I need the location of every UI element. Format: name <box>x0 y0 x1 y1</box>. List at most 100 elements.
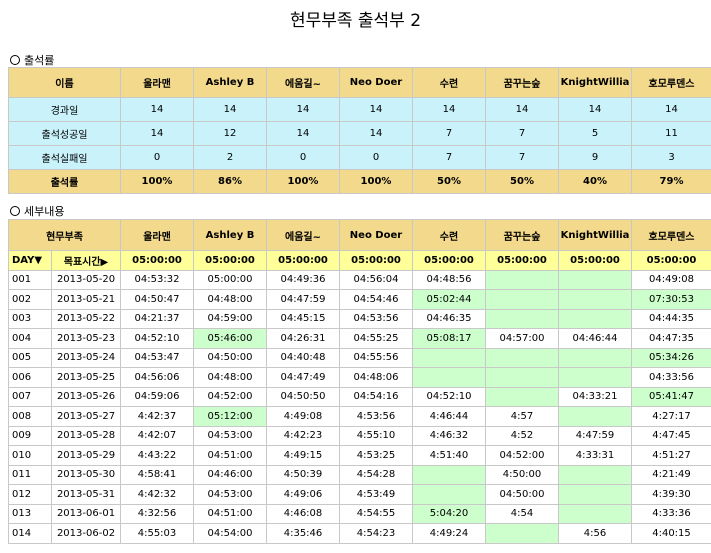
name-column-header: 이름 <box>8 67 121 98</box>
day-row: 007 2013-05-26 04:59:06 04:52:00 04:50:50 04:… <box>8 386 711 407</box>
checkin-time-cell <box>485 367 559 388</box>
checkin-time-cell: 04:53:32 <box>120 269 194 290</box>
date-cell: 2013-05-25 <box>51 367 121 388</box>
day-row: 014 2013-06-02 4:55:03 04:54:00 4:35:46 4:54:… <box>8 523 711 544</box>
attendance-ratio-cell: 79% <box>631 169 711 194</box>
date-cell: 2013-05-28 <box>51 425 121 446</box>
checkin-time-cell: 04:53:56 <box>339 308 413 329</box>
date-cell: 2013-05-23 <box>51 328 121 349</box>
checkin-time-cell: 04:54:46 <box>339 289 413 310</box>
checkin-time-cell: 04:33:21 <box>558 386 632 407</box>
date-cell: 2013-05-29 <box>51 445 121 466</box>
circle-bullet-icon <box>10 55 20 65</box>
checkin-time-cell: 04:57:00 <box>485 328 559 349</box>
checkin-time-cell: 04:48:00 <box>193 367 267 388</box>
checkin-time-cell: 4:43:22 <box>120 445 194 466</box>
day-number: 001 <box>8 269 52 290</box>
checkin-time-cell: 4:49:15 <box>266 445 340 466</box>
member-name-header: 에움길~ <box>266 67 340 98</box>
summary-cell: 14 <box>558 97 632 122</box>
detail-header-row: 현무부족 울라맨 Ashley B 에움길~ Neo Doer 수련 꿈꾸는숲 KnightW… <box>8 219 711 251</box>
checkin-time-cell <box>558 503 632 524</box>
checkin-time-cell <box>558 367 632 388</box>
checkin-time-cell: 04:56:04 <box>339 269 413 290</box>
member-name-header: 호모루덴스 <box>631 219 711 251</box>
day-row: 008 2013-05-27 4:42:37 05:12:00 4:49:08 4:53:… <box>8 406 711 427</box>
checkin-time-cell: 04:46:35 <box>412 308 486 329</box>
member-name-header: 에움길~ <box>266 219 340 251</box>
checkin-time-cell <box>558 308 632 329</box>
checkin-time-cell: 04:53:47 <box>120 347 194 368</box>
checkin-time-cell: 4:49:24 <box>412 523 486 544</box>
summary-cell: 9 <box>558 145 632 170</box>
target-time-label: 목표시간▶ <box>51 250 121 271</box>
summary-cell: 2 <box>193 145 267 170</box>
summary-cell: 0 <box>339 145 413 170</box>
target-time-cell: 05:00:00 <box>266 250 340 271</box>
summary-cell: 12 <box>193 121 267 146</box>
checkin-time-cell <box>485 347 559 368</box>
checkin-time-cell: 4:53:25 <box>339 445 413 466</box>
day-row: 011 2013-05-30 4:58:41 04:46:00 4:50:39 4:54:… <box>8 464 711 485</box>
checkin-time-cell: 04:21:37 <box>120 308 194 329</box>
attendance-ratio-label: 출석률 <box>8 169 121 194</box>
date-cell: 2013-05-21 <box>51 289 121 310</box>
checkin-time-cell: 4:46:32 <box>412 425 486 446</box>
checkin-time-cell <box>485 269 559 290</box>
checkin-time-cell <box>412 484 486 505</box>
attendance-summary-table: 이름 울라맨 Ashley B 에움길~ Neo Doer 수련 꿈꾸는숲 KnightWil… <box>8 67 711 194</box>
page-title: 현무부족 출석부 2 <box>289 11 422 31</box>
date-cell: 2013-06-01 <box>51 503 121 524</box>
checkin-time-cell: 04:59:06 <box>120 386 194 407</box>
checkin-time-cell <box>558 406 632 427</box>
day-row: 002 2013-05-21 04:50:47 04:48:00 04:47:59 04:… <box>8 289 711 310</box>
member-name-header: Neo Doer <box>339 67 413 98</box>
checkin-time-cell: 04:47:49 <box>266 367 340 388</box>
summary-cell: 7 <box>485 121 559 146</box>
checkin-time-cell: 4:47:45 <box>631 425 711 446</box>
summary-header-row: 이름 울라맨 Ashley B 에움길~ Neo Doer 수련 꿈꾸는숲 KnightWil… <box>8 67 711 98</box>
day-number: 008 <box>8 406 52 427</box>
member-name-header: 울라맨 <box>120 219 194 251</box>
attendance-ratio-cell: 86% <box>193 169 267 194</box>
summary-cell: 14 <box>485 97 559 122</box>
day-row: 010 2013-05-29 4:43:22 04:51:00 4:49:15 4:53:… <box>8 445 711 466</box>
checkin-time-cell: 04:47:59 <box>266 289 340 310</box>
checkin-time-cell: 4:46:08 <box>266 503 340 524</box>
checkin-time-cell: 04:48:06 <box>339 367 413 388</box>
checkin-time-cell: 05:02:44 <box>412 289 486 310</box>
summary-cell: 11 <box>631 121 711 146</box>
checkin-time-cell: 04:53:00 <box>193 425 267 446</box>
day-number: 005 <box>8 347 52 368</box>
date-cell: 2013-05-31 <box>51 484 121 505</box>
target-time-cell: 05:00:00 <box>339 250 413 271</box>
checkin-time-cell: 4:55:10 <box>339 425 413 446</box>
checkin-time-cell: 04:46:00 <box>193 464 267 485</box>
checkin-time-cell: 04:48:00 <box>193 289 267 310</box>
checkin-time-cell: 05:00:00 <box>193 269 267 290</box>
summary-cell: 14 <box>631 97 711 122</box>
checkin-time-cell: 4:50:39 <box>266 464 340 485</box>
checkin-time-cell: 04:44:35 <box>631 308 711 329</box>
member-name-header: KnightWillia <box>558 219 632 251</box>
checkin-time-cell: 04:52:00 <box>485 445 559 466</box>
day-row: 012 2013-05-31 4:42:32 04:53:00 4:49:06 4:53:… <box>8 484 711 505</box>
checkin-time-cell: 04:52:00 <box>193 386 267 407</box>
summary-cell: 14 <box>339 121 413 146</box>
summary-cell: 14 <box>339 97 413 122</box>
attendance-ratio-cell: 40% <box>558 169 632 194</box>
member-name-header: 꿈꾸는숲 <box>485 67 559 98</box>
checkin-time-cell: 4:47:59 <box>558 425 632 446</box>
day-number: 003 <box>8 308 52 329</box>
summary-row: 출석실패일 0 2 0 0 7 7 9 3 <box>8 145 711 170</box>
member-name-header: Ashley B <box>193 219 267 251</box>
summary-cell: 14 <box>120 97 194 122</box>
checkin-time-cell <box>485 386 559 407</box>
checkin-time-cell: 04:51:00 <box>193 503 267 524</box>
checkin-time-cell: 05:34:26 <box>631 347 711 368</box>
checkin-time-cell: 4:54:55 <box>339 503 413 524</box>
checkin-time-cell: 4:40:15 <box>631 523 711 544</box>
checkin-time-cell: 04:50:47 <box>120 289 194 310</box>
checkin-time-cell: 4:51:27 <box>631 445 711 466</box>
checkin-time-cell: 4:57 <box>485 406 559 427</box>
